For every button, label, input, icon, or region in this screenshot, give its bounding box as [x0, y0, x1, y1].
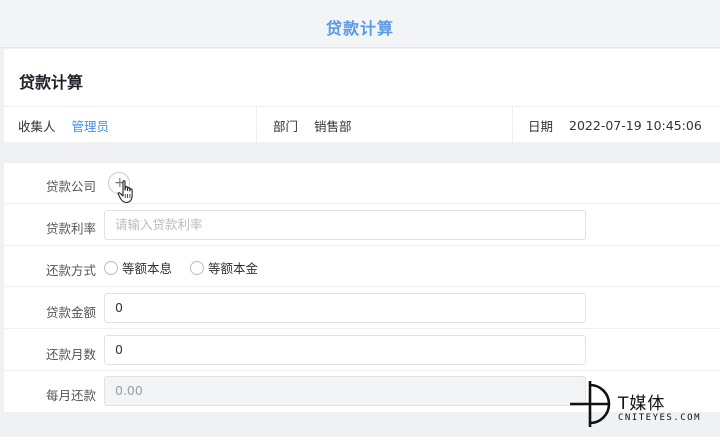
form-title: 贷款计算 — [19, 73, 84, 92]
watermark: T媒体 CNITEYES.COM — [568, 377, 718, 429]
form-header-card: 贷款计算 收集人 管理员 部门 销售部 日期 2022-07-19 10:45:… — [4, 48, 720, 144]
department-value: 销售部 — [314, 119, 352, 134]
hand-pointer-icon — [117, 180, 133, 204]
radio-label: 等额本息 — [122, 261, 173, 276]
radio-circle-icon — [104, 260, 118, 275]
collector-label: 收集人 — [18, 119, 56, 134]
department-label: 部门 — [273, 119, 299, 134]
date-value: 2022-07-19 10:45:06 — [569, 118, 702, 133]
date-cell: 日期 2022-07-19 10:45:06 — [513, 107, 720, 144]
rate-input[interactable]: 请输入贷款利率 — [104, 210, 586, 240]
radio-equal-principal[interactable]: 等额本金 — [190, 258, 258, 277]
page-title: 贷款计算 — [325, 19, 394, 38]
amount-label: 贷款金额 — [45, 305, 96, 320]
radio-circle-icon — [190, 260, 204, 275]
collector-link[interactable]: 管理员 — [72, 116, 110, 135]
collector-cell: 收集人 管理员 — [4, 107, 257, 144]
amount-input[interactable]: 0 — [104, 293, 586, 323]
logo-icon — [570, 381, 611, 427]
monthly-output: 0.00 — [104, 376, 586, 406]
company-label: 贷款公司 — [45, 179, 96, 194]
radio-equal-installment[interactable]: 等额本息 — [104, 258, 172, 277]
rate-row: 贷款利率 请输入贷款利率 — [4, 204, 720, 246]
months-row: 还款月数 0 — [4, 329, 720, 371]
monthly-label: 每月还款 — [45, 388, 96, 403]
amount-row: 贷款金额 0 — [4, 287, 720, 329]
watermark-text: T媒体 — [618, 394, 666, 414]
repay-method-label: 还款方式 — [45, 263, 96, 278]
radio-label: 等额本金 — [208, 261, 259, 276]
months-label: 还款月数 — [45, 347, 96, 362]
rate-label: 贷款利率 — [45, 221, 96, 236]
months-input[interactable]: 0 — [104, 335, 586, 365]
date-label: 日期 — [528, 119, 554, 134]
repay-method-row: 还款方式 等额本息 等额本金 — [4, 246, 720, 287]
company-row: 贷款公司 + — [4, 163, 720, 204]
department-cell: 部门 销售部 — [257, 107, 513, 144]
top-bar: 贷款计算 — [0, 0, 720, 48]
form-meta-row: 收集人 管理员 部门 销售部 日期 2022-07-19 10:45:06 — [4, 106, 720, 144]
loan-form-card: 贷款公司 + 贷款利率 请输入贷款利率 还款方式 等额本息 等额本金 贷款金额 … — [4, 162, 720, 412]
watermark-url: CNITEYES.COM — [618, 413, 702, 423]
